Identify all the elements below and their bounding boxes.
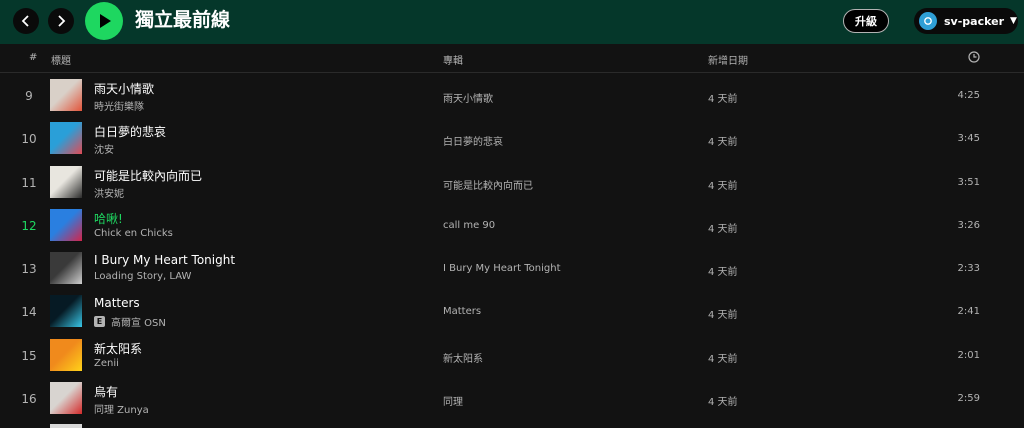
track-album[interactable]: Matters <box>443 306 481 317</box>
track-row[interactable]: 14 Matters E 高爾宣 OSN Matters 4 天前 2:41 <box>0 291 1024 334</box>
track-index: 11 <box>21 176 37 190</box>
artist-name[interactable]: Chick en Chicks <box>94 228 173 239</box>
track-index: 10 <box>21 132 37 146</box>
track-row[interactable]: 13 I Bury My Heart Tonight Loading Story, … <box>0 248 1024 291</box>
chevron-right-icon <box>58 15 66 27</box>
clock-icon[interactable] <box>968 51 980 63</box>
artist-name[interactable]: 洪安妮 <box>94 185 124 200</box>
track-date-added: 4 天前 <box>708 137 738 148</box>
track-list-header: # 標題 專輯 新增日期 <box>0 44 1024 73</box>
track-cover <box>50 79 82 111</box>
track-artist[interactable]: Zenii <box>94 358 119 369</box>
track-cover <box>50 295 82 327</box>
back-button[interactable] <box>13 8 39 34</box>
track-artist[interactable]: 時光街樂隊 <box>94 98 144 113</box>
track-duration: 2:01 <box>957 350 980 361</box>
explicit-badge: E <box>94 316 105 327</box>
track-artist[interactable]: 洪安妮 <box>94 185 124 200</box>
track-album[interactable]: 可能是比較內向而已 <box>443 177 533 192</box>
track-artist[interactable]: Chick en Chicks <box>94 228 173 239</box>
track-date-added: 4 天前 <box>708 224 738 235</box>
track-cover <box>50 339 82 371</box>
track-index: 14 <box>21 305 37 319</box>
track-index: 12 <box>21 219 37 233</box>
track-duration: 4:25 <box>957 90 980 101</box>
track-duration: 3:51 <box>957 177 980 188</box>
top-bar: 獨立最前線 升級 sv-packer ▼ <box>0 0 1024 44</box>
track-row[interactable]: 11 可能是比較內向而已 洪安妮 可能是比較內向而已 4 天前 3:51 <box>0 162 1024 205</box>
track-row[interactable]: 15 新太阳系 Zenii 新太阳系 4 天前 2:01 <box>0 335 1024 378</box>
track-date-added: 4 天前 <box>708 94 738 105</box>
column-title[interactable]: 標題 <box>51 52 71 67</box>
forward-button[interactable] <box>48 8 74 34</box>
track-title[interactable]: 可能是比較內向而已 <box>94 167 202 184</box>
track-album[interactable]: call me 90 <box>443 220 495 231</box>
track-duration: 2:41 <box>957 306 980 317</box>
track-album[interactable]: I Bury My Heart Tonight <box>443 263 561 274</box>
track-cover <box>50 122 82 154</box>
artist-name[interactable]: 高爾宣 OSN <box>111 314 166 329</box>
column-date-added[interactable]: 新增日期 <box>708 52 748 67</box>
play-button[interactable] <box>85 2 123 40</box>
chevron-left-icon <box>21 15 29 27</box>
user-menu-button[interactable]: sv-packer ▼ <box>914 8 1018 34</box>
playlist-title: 獨立最前線 <box>135 9 231 31</box>
track-title[interactable]: I Bury My Heart Tonight <box>94 253 235 267</box>
track-album[interactable]: 新太阳系 <box>443 350 483 365</box>
upgrade-button[interactable]: 升級 <box>843 9 889 33</box>
track-duration: 3:26 <box>957 220 980 231</box>
track-index: 16 <box>21 392 37 406</box>
track-title[interactable]: Matters <box>94 296 140 310</box>
artist-name[interactable]: Loading Story, LAW <box>94 271 191 282</box>
track-date-added: 4 天前 <box>708 267 738 278</box>
track-row[interactable]: 12 哈啾! Chick en Chicks call me 90 4 天前 3:26 <box>0 205 1024 248</box>
artist-name[interactable]: 時光街樂隊 <box>94 98 144 113</box>
track-row[interactable]: 9 雨天小情歌 時光街樂隊 雨天小情歌 4 天前 4:25 <box>0 75 1024 118</box>
avatar <box>919 12 937 30</box>
track-artist[interactable]: E 高爾宣 OSN <box>94 314 166 329</box>
track-date-added: 4 天前 <box>708 181 738 192</box>
track-cover <box>50 252 82 284</box>
track-date-added: 4 天前 <box>708 310 738 321</box>
track-artist[interactable]: 沈安 <box>94 141 114 156</box>
track-title[interactable]: 烏有 <box>94 383 118 400</box>
track-cover <box>50 209 82 241</box>
track-duration: 3:45 <box>957 133 980 144</box>
track-title[interactable]: 新太阳系 <box>94 340 142 357</box>
track-row[interactable]: 10 白日夢的悲哀 沈安 白日夢的悲哀 4 天前 3:45 <box>0 118 1024 161</box>
track-duration: 2:59 <box>957 393 980 404</box>
track-cover-peek <box>50 424 82 428</box>
track-date-added: 4 天前 <box>708 397 738 408</box>
track-row[interactable]: 16 烏有 同理 Zunya 同理 4 天前 2:59 <box>0 378 1024 421</box>
track-duration: 2:33 <box>957 263 980 274</box>
track-artist[interactable]: Loading Story, LAW <box>94 271 191 282</box>
track-title[interactable]: 白日夢的悲哀 <box>94 123 166 140</box>
track-title[interactable]: 雨天小情歌 <box>94 80 154 97</box>
artist-name[interactable]: 同理 Zunya <box>94 401 149 416</box>
user-name: sv-packer <box>944 14 1005 28</box>
user-icon <box>924 17 932 25</box>
track-date-added: 4 天前 <box>708 354 738 365</box>
caret-down-icon: ▼ <box>1010 16 1017 26</box>
column-album[interactable]: 專輯 <box>443 52 463 67</box>
track-cover <box>50 166 82 198</box>
track-index: 15 <box>21 349 37 363</box>
track-index: 13 <box>21 262 37 276</box>
track-title[interactable]: 哈啾! <box>94 210 123 227</box>
artist-name[interactable]: Zenii <box>94 358 119 369</box>
track-album[interactable]: 白日夢的悲哀 <box>443 133 503 148</box>
track-cover <box>50 382 82 414</box>
track-album[interactable]: 同理 <box>443 393 463 408</box>
track-index: 9 <box>25 89 33 103</box>
track-artist[interactable]: 同理 Zunya <box>94 401 149 416</box>
track-album[interactable]: 雨天小情歌 <box>443 90 493 105</box>
play-icon <box>100 14 111 28</box>
artist-name[interactable]: 沈安 <box>94 141 114 156</box>
column-index: # <box>29 52 38 63</box>
